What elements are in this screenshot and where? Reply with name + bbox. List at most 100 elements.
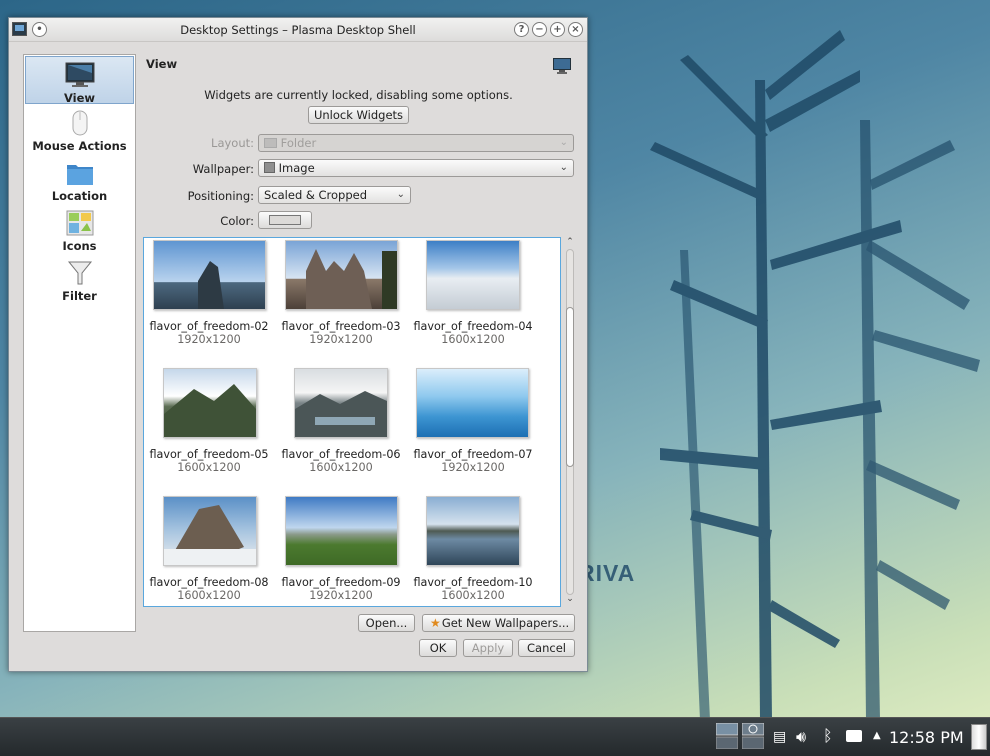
- sidebar-item-label: Filter: [62, 289, 97, 303]
- wallpaper-size: 1600x1200: [309, 461, 373, 474]
- wallpaper-size: 1600x1200: [441, 333, 505, 346]
- list-item[interactable]: flavor_of_freedom-05 1600x1200: [144, 448, 274, 474]
- color-swatch: [269, 215, 301, 225]
- trash-icon[interactable]: [971, 724, 987, 750]
- positioning-value: Scaled & Cropped: [264, 188, 368, 202]
- scroll-thumb[interactable]: [566, 307, 574, 467]
- wallpaper-label: Wallpaper:: [192, 162, 254, 176]
- layout-label: Layout:: [211, 136, 254, 150]
- list-item[interactable]: flavor_of_freedom-09 1920x1200: [276, 576, 406, 602]
- wallpaper-name: flavor_of_freedom-10: [413, 576, 533, 589]
- wallpaper-size: 1600x1200: [177, 589, 241, 602]
- list-item[interactable]: flavor_of_freedom-08 1600x1200: [144, 576, 274, 602]
- wallpaper-size: 1920x1200: [441, 461, 505, 474]
- bamboo-wallpaper: [650, 30, 980, 720]
- positioning-label: Positioning:: [187, 189, 254, 203]
- wallpaper-name: flavor_of_freedom-04: [413, 320, 533, 333]
- ok-button[interactable]: OK: [419, 639, 457, 657]
- wallpaper-list-scrollbar[interactable]: ⌃ ⌄: [564, 237, 576, 607]
- layout-value: Folder: [280, 136, 317, 150]
- wallpaper-thumbnail[interactable]: [294, 368, 388, 438]
- clipboard-icon[interactable]: ▤: [773, 729, 786, 745]
- wallpaper-name: flavor_of_freedom-07: [413, 448, 533, 461]
- open-button[interactable]: Open...: [358, 614, 415, 632]
- sidebar-item-label: View: [63, 91, 96, 105]
- wallpaper-combo[interactable]: Image ⌄: [258, 159, 574, 177]
- list-item[interactable]: flavor_of_freedom-10 1600x1200: [408, 576, 538, 602]
- wallpaper-name: flavor_of_freedom-08: [149, 576, 269, 589]
- wallpaper-size: 1920x1200: [309, 589, 373, 602]
- wallpaper-name: flavor_of_freedom-05: [149, 448, 269, 461]
- wallpaper-name: flavor_of_freedom-09: [281, 576, 401, 589]
- window-title: Desktop Settings – Plasma Desktop Shell: [180, 23, 416, 37]
- monitor-icon: [65, 61, 95, 89]
- locked-notice: Widgets are currently locked, disabling …: [204, 88, 513, 102]
- list-item[interactable]: flavor_of_freedom-04 1600x1200: [408, 320, 538, 346]
- color-label: Color:: [220, 214, 254, 228]
- get-new-wallpapers-button[interactable]: ★ Get New Wallpapers...: [422, 614, 575, 632]
- wallpaper-size: 1600x1200: [177, 461, 241, 474]
- wallpaper-thumbnail[interactable]: [163, 496, 257, 566]
- wallpaper-thumbnail[interactable]: [163, 368, 257, 438]
- icons-icon: [65, 209, 95, 237]
- chevron-down-icon: ⌄: [559, 137, 568, 148]
- star-icon: ★: [430, 616, 441, 630]
- chevron-up-icon[interactable]: ▲: [873, 730, 881, 741]
- unlock-widgets-button[interactable]: Unlock Widgets: [308, 106, 409, 124]
- title-bar[interactable]: • Desktop Settings – Plasma Desktop Shel…: [9, 18, 587, 42]
- taskbar: ▤ 🔊︎ ᛒ ▲ 12:58 PM: [0, 717, 990, 756]
- wallpaper-list[interactable]: flavor_of_freedom-02 1920x1200 flavor_of_…: [143, 237, 561, 607]
- image-icon: [264, 162, 275, 173]
- color-picker-button[interactable]: [258, 211, 312, 229]
- wallpaper-thumbnail[interactable]: [416, 368, 529, 438]
- close-icon[interactable]: ×: [568, 22, 583, 37]
- minimize-icon[interactable]: −: [532, 22, 547, 37]
- help-icon[interactable]: ?: [514, 22, 529, 37]
- wallpaper-name: flavor_of_freedom-02: [149, 320, 269, 333]
- device-notifier-icon[interactable]: [846, 730, 862, 742]
- wallpaper-name: flavor_of_freedom-06: [281, 448, 401, 461]
- chevron-down-icon: ⌄: [396, 189, 405, 200]
- wallpaper-name: flavor_of_freedom-03: [281, 320, 401, 333]
- sidebar-item-location[interactable]: Location: [24, 155, 135, 205]
- desktop-settings-window: • Desktop Settings – Plasma Desktop Shel…: [8, 17, 588, 672]
- funnel-icon: [65, 259, 95, 287]
- wallpaper-thumbnail[interactable]: [285, 496, 398, 566]
- folder-icon: [65, 159, 95, 187]
- scroll-down-icon[interactable]: ⌄: [564, 594, 576, 604]
- wallpaper-thumbnail[interactable]: [153, 240, 266, 310]
- apply-button: Apply: [463, 639, 513, 657]
- positioning-combo[interactable]: Scaled & Cropped ⌄: [258, 186, 411, 204]
- sidebar-item-icons[interactable]: Icons: [24, 205, 135, 255]
- sidebar-item-view[interactable]: View: [25, 56, 134, 105]
- list-item[interactable]: flavor_of_freedom-07 1920x1200: [408, 448, 538, 474]
- sidebar-item-label: Mouse Actions: [32, 139, 127, 153]
- volume-icon[interactable]: 🔊︎: [796, 727, 806, 747]
- bluetooth-icon[interactable]: ᛒ: [823, 726, 833, 745]
- wallpaper-size: 1600x1200: [441, 589, 505, 602]
- sidebar-item-label: Location: [51, 189, 108, 203]
- panel-title: View: [146, 57, 178, 71]
- scroll-up-icon[interactable]: ⌃: [564, 237, 576, 247]
- wallpaper-value: Image: [278, 161, 315, 175]
- mouse-icon: [65, 109, 95, 137]
- wallpaper-thumbnail[interactable]: [285, 240, 398, 310]
- settings-sidebar: View Mouse Actions Location Icons Filter: [23, 54, 136, 632]
- list-item[interactable]: flavor_of_freedom-02 1920x1200: [144, 320, 274, 346]
- sidebar-item-mouse-actions[interactable]: Mouse Actions: [24, 105, 135, 155]
- maximize-icon[interactable]: +: [550, 22, 565, 37]
- sidebar-item-filter[interactable]: Filter: [24, 255, 135, 305]
- list-item[interactable]: flavor_of_freedom-06 1600x1200: [276, 448, 406, 474]
- wallpaper-size: 1920x1200: [177, 333, 241, 346]
- get-new-wallpapers-label: Get New Wallpapers...: [441, 616, 570, 630]
- cancel-button[interactable]: Cancel: [518, 639, 575, 657]
- sidebar-item-label: Icons: [62, 239, 97, 253]
- pager-icon[interactable]: [715, 722, 739, 750]
- activities-icon[interactable]: [741, 722, 765, 750]
- wallpaper-thumbnail[interactable]: [426, 240, 520, 310]
- list-item[interactable]: flavor_of_freedom-03 1920x1200: [276, 320, 406, 346]
- chevron-down-icon: ⌄: [559, 162, 568, 173]
- monitor-icon: [552, 57, 572, 75]
- wallpaper-thumbnail[interactable]: [426, 496, 520, 566]
- clock[interactable]: 12:58 PM: [889, 728, 964, 747]
